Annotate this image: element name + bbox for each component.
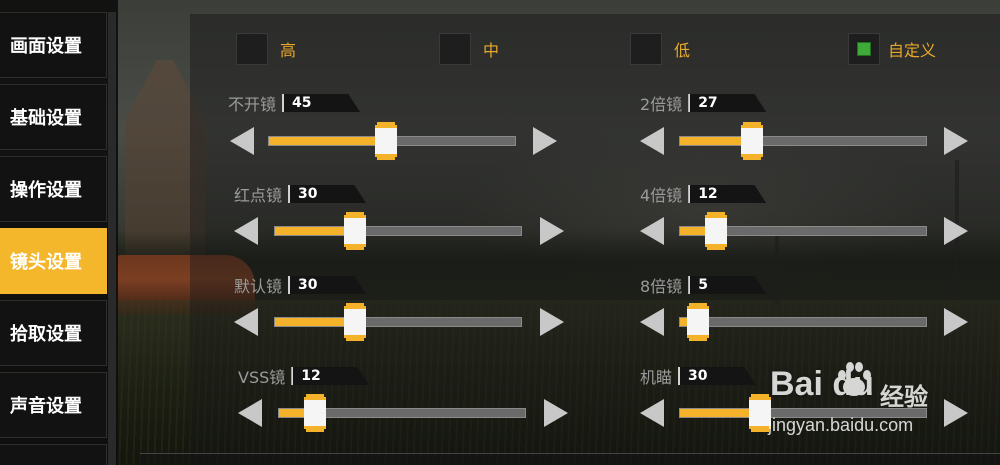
paw-icon xyxy=(838,362,871,396)
slider-vss-value: 12 xyxy=(291,367,370,385)
slider-2x-value: 27 xyxy=(688,94,767,112)
preset-medium-option[interactable]: 中 xyxy=(439,33,499,65)
slider-2x-label-tag: 2倍镜 27 xyxy=(640,94,767,114)
sidebar-scrollbar[interactable] xyxy=(108,12,116,465)
slider-iron-sight-label-tag: 机瞄 30 xyxy=(640,367,757,387)
slider-vss-track[interactable] xyxy=(278,397,526,429)
preset-high-checkbox[interactable] xyxy=(236,33,268,65)
slider-4x-name: 4倍镜 xyxy=(640,186,683,205)
settings-sidebar: 画面设置 基础设置 操作设置 镜头设置 拾取设置 声音设置 xyxy=(0,0,118,465)
slider-vss-label-tag: VSS镜 12 xyxy=(238,367,370,387)
check-mark-icon xyxy=(857,42,871,56)
preset-medium-label: 中 xyxy=(483,41,500,60)
baidu-watermark: Bai du 经验 jingyan.baidu.com xyxy=(760,355,980,455)
sidebar-item-sound[interactable]: 声音设置 xyxy=(0,372,107,438)
preset-high-option[interactable]: 高 xyxy=(236,33,296,65)
sidebar-item-display[interactable]: 画面设置 xyxy=(0,12,107,78)
slider-red-dot-thumb[interactable] xyxy=(344,215,366,247)
preset-low-option[interactable]: 低 xyxy=(630,33,690,65)
sidebar-item-more[interactable] xyxy=(0,444,107,465)
slider-8x-value: 5 xyxy=(688,276,767,294)
slider-4x-label-tag: 4倍镜 12 xyxy=(640,185,767,205)
slider-no-scope-thumb[interactable] xyxy=(375,125,397,157)
slider-no-scope-name: 不开镜 xyxy=(228,95,277,114)
slider-iron-sight-name: 机瞄 xyxy=(640,368,673,387)
sidebar-item-controls[interactable]: 操作设置 xyxy=(0,156,107,222)
slider-4x-thumb[interactable] xyxy=(705,215,727,247)
slider-red-dot-track[interactable] xyxy=(274,215,522,247)
preset-low-checkbox[interactable] xyxy=(630,33,662,65)
slider-2x-name: 2倍镜 xyxy=(640,95,683,114)
slider-default-track[interactable] xyxy=(274,306,522,338)
slider-default-label-tag: 默认镜 30 xyxy=(234,276,367,296)
preset-custom-checkbox[interactable] xyxy=(848,33,880,65)
watermark-url: jingyan.baidu.com xyxy=(768,415,914,435)
slider-default-name: 默认镜 xyxy=(234,277,283,296)
watermark-cn-text: 经验 xyxy=(880,383,928,411)
slider-red-dot-name: 红点镜 xyxy=(234,186,283,205)
slider-default-value: 30 xyxy=(288,276,367,294)
slider-4x-track[interactable] xyxy=(679,215,927,247)
sidebar-item-basic[interactable]: 基础设置 xyxy=(0,84,107,150)
slider-2x-thumb[interactable] xyxy=(741,125,763,157)
slider-vss-thumb[interactable] xyxy=(304,397,326,429)
slider-no-scope-value: 45 xyxy=(282,94,361,112)
slider-8x-name: 8倍镜 xyxy=(640,277,683,296)
slider-8x-thumb[interactable] xyxy=(687,306,709,338)
sidebar-item-pickup[interactable]: 拾取设置 xyxy=(0,300,107,366)
preset-custom-option[interactable]: 自定义 xyxy=(848,33,936,65)
slider-no-scope-fill xyxy=(269,137,386,145)
slider-8x-label-tag: 8倍镜 5 xyxy=(640,276,767,296)
slider-iron-sight-fill xyxy=(680,409,760,417)
slider-iron-sight-value: 30 xyxy=(678,367,757,385)
preset-low-label: 低 xyxy=(674,41,691,60)
slider-red-dot-label-tag: 红点镜 30 xyxy=(234,185,367,205)
slider-red-dot-fill xyxy=(275,227,355,235)
slider-vss-name: VSS镜 xyxy=(238,368,286,387)
slider-no-scope-label-tag: 不开镜 45 xyxy=(228,94,361,114)
slider-default-fill xyxy=(275,318,355,326)
preset-custom-label: 自定义 xyxy=(888,41,937,60)
sidebar-item-camera[interactable]: 镜头设置 xyxy=(0,228,107,294)
preset-high-label: 高 xyxy=(280,41,297,60)
slider-no-scope-track[interactable] xyxy=(268,125,516,157)
preset-medium-checkbox[interactable] xyxy=(439,33,471,65)
slider-4x-value: 12 xyxy=(688,185,767,203)
slider-8x-track[interactable] xyxy=(679,306,927,338)
slider-red-dot-value: 30 xyxy=(288,185,367,203)
slider-default-thumb[interactable] xyxy=(344,306,366,338)
slider-2x-track[interactable] xyxy=(679,125,927,157)
